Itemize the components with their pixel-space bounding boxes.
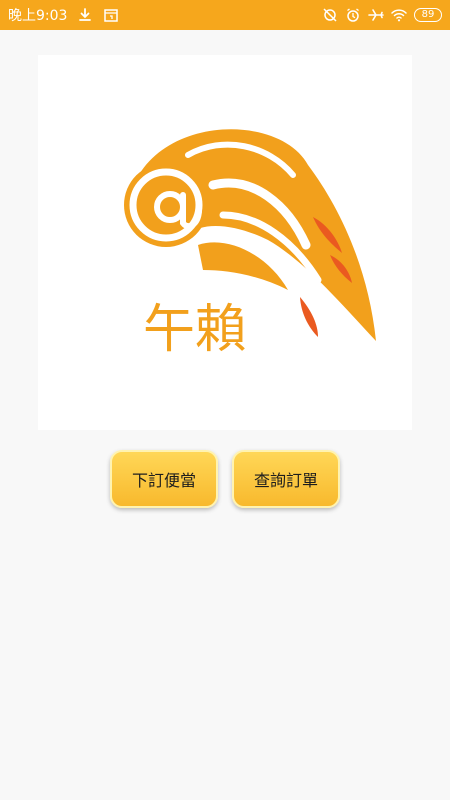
order-lunch-button[interactable]: 下訂便當 [110,450,218,508]
status-left: 晚上9:03 [8,5,119,25]
airplane-icon [368,7,384,23]
brand-logo-text: 午賴 [143,301,247,359]
sync-off-icon [322,7,338,23]
battery-indicator: 89 [414,8,442,22]
order-lunch-label: 下訂便當 [131,471,196,490]
calendar-icon [103,7,119,23]
brand-logo-card: 午賴 [38,55,412,430]
alarm-icon [345,7,361,23]
action-buttons: 下訂便當 查詢訂單 [0,450,450,508]
query-order-label: 查詢訂單 [253,471,318,490]
brand-logo: 午賴 [124,129,376,359]
status-right: 89 [322,7,442,23]
download-icon [77,7,93,23]
status-bar: 晚上9:03 89 [0,0,450,30]
clock: 晚上9:03 [8,8,68,24]
wifi-icon [391,7,407,23]
query-order-button[interactable]: 查詢訂單 [232,450,340,508]
